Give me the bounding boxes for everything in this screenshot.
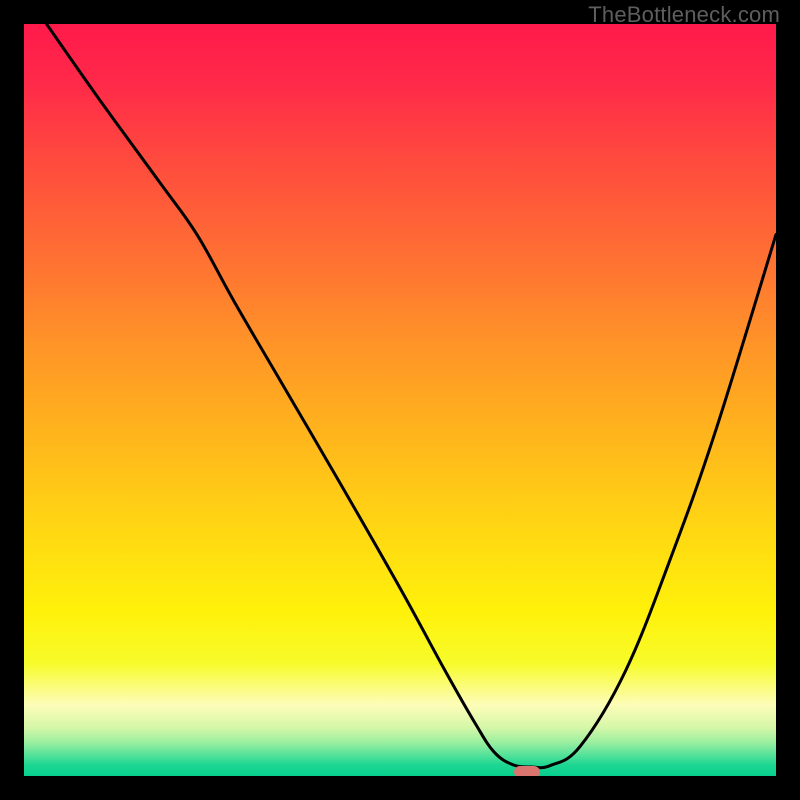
watermark-text: TheBottleneck.com xyxy=(588,2,780,28)
plot-area xyxy=(24,24,776,776)
bottleneck-curve xyxy=(24,24,776,776)
optimal-marker xyxy=(514,766,540,776)
chart-frame: TheBottleneck.com xyxy=(0,0,800,800)
